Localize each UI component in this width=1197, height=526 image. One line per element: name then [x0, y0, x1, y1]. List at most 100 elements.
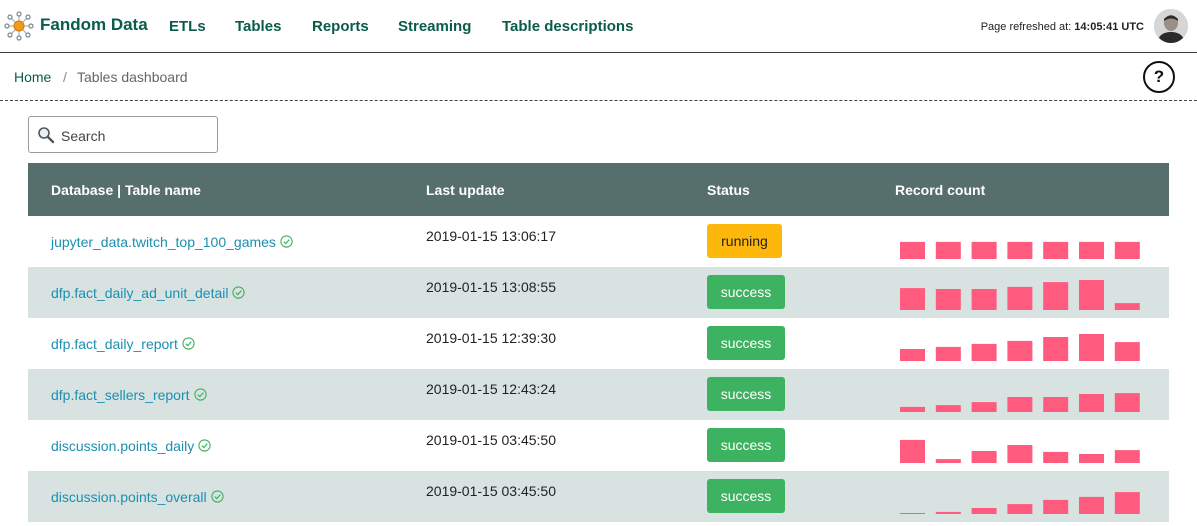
breadcrumb-current: Tables dashboard	[77, 69, 188, 85]
record-count-bar	[900, 349, 925, 361]
search-input[interactable]	[59, 123, 213, 149]
nav-table-descriptions[interactable]: Table descriptions	[502, 18, 633, 35]
record-count-bar	[900, 513, 925, 514]
table-name-text[interactable]: dfp.fact_sellers_report	[51, 387, 190, 403]
user-avatar-icon	[1154, 9, 1188, 43]
status-badge: success	[707, 428, 785, 462]
record-count-bar	[1079, 334, 1104, 361]
table-body: jupyter_data.twitch_top_100_games 2019-01…	[28, 216, 1169, 522]
check-circle-icon	[210, 490, 224, 503]
last-update-value: 2019-01-15 12:39:30	[426, 330, 556, 346]
record-count-bar	[900, 241, 925, 259]
record-count-sparkline	[900, 280, 1140, 310]
table-name-text[interactable]: jupyter_data.twitch_top_100_games	[51, 234, 276, 250]
record-count-bar	[935, 405, 961, 412]
record-count-bar	[1007, 340, 1033, 361]
nav-tables[interactable]: Tables	[235, 18, 281, 35]
nav-etls[interactable]: ETLs	[169, 18, 206, 35]
record-count-bar	[935, 346, 961, 361]
record-count-bar	[971, 508, 997, 514]
record-count-bar	[1043, 499, 1069, 514]
record-count-bar	[971, 241, 997, 259]
table-row: dfp.fact_daily_report 2019-01-15 12:39:30…	[28, 318, 1169, 369]
table-name-link[interactable]: jupyter_data.twitch_top_100_games	[51, 234, 293, 250]
record-count-bar	[971, 402, 997, 412]
record-count-bar	[1114, 393, 1140, 412]
last-update-value: 2019-01-15 03:45:50	[426, 483, 556, 499]
brand-name[interactable]: Fandom Data	[40, 15, 148, 35]
help-button[interactable]: ?	[1143, 61, 1175, 93]
record-count-bar	[971, 343, 997, 361]
last-update-value: 2019-01-15 13:06:17	[426, 228, 556, 244]
record-count-bar	[1007, 445, 1033, 463]
check-circle-icon	[198, 439, 211, 452]
record-count-bar	[1114, 241, 1140, 259]
record-count-bar	[1043, 397, 1069, 412]
record-count-bar	[935, 241, 961, 259]
table-row: discussion.points_daily 2019-01-15 03:45:…	[28, 420, 1169, 471]
column-header-record-count[interactable]: Record count	[895, 182, 985, 198]
record-count-sparkline	[900, 492, 1140, 514]
table-name-link[interactable]: dfp.fact_daily_report	[51, 336, 195, 352]
user-avatar[interactable]	[1154, 9, 1188, 43]
record-count-bar	[1114, 492, 1140, 514]
record-count-bar	[1007, 397, 1033, 412]
record-count-bar	[1007, 241, 1033, 259]
column-header-table-name[interactable]: Database | Table name	[51, 182, 201, 198]
check-circle-icon	[232, 286, 246, 299]
record-count-bar	[1043, 282, 1069, 310]
status-badge: success	[707, 377, 785, 411]
search-icon	[38, 127, 55, 144]
table-row: discussion.points_overall 2019-01-15 03:4…	[28, 471, 1169, 522]
top-navigation-bar: Fandom Data ETLs Tables Reports Streamin…	[0, 0, 1197, 53]
breadcrumb-separator: /	[63, 69, 67, 85]
page-refreshed-status: Page refreshed at: 14:05:41 UTC	[981, 21, 1144, 33]
breadcrumb-home-link[interactable]: Home	[14, 69, 51, 85]
record-count-bar	[1043, 451, 1069, 463]
last-update-value: 2019-01-15 03:45:50	[426, 432, 556, 448]
last-update-value: 2019-01-15 13:08:55	[426, 279, 556, 295]
nav-streaming[interactable]: Streaming	[398, 18, 471, 35]
table-row: dfp.fact_sellers_report 2019-01-15 12:43:…	[28, 369, 1169, 420]
table-name-text[interactable]: dfp.fact_daily_report	[51, 336, 178, 352]
nav-reports[interactable]: Reports	[312, 18, 369, 35]
last-update-value: 2019-01-15 12:43:24	[426, 381, 556, 397]
check-circle-icon	[193, 388, 207, 401]
record-count-bar	[1079, 496, 1104, 514]
status-badge: success	[707, 275, 785, 309]
column-header-status[interactable]: Status	[707, 182, 750, 198]
record-count-bar	[900, 439, 925, 463]
record-count-bar	[935, 511, 961, 514]
check-circle-icon	[280, 235, 293, 248]
record-count-bar	[971, 451, 997, 463]
search-box[interactable]	[28, 116, 218, 153]
record-count-bar	[1079, 394, 1104, 412]
record-count-bar	[1007, 504, 1033, 514]
record-count-bar	[1043, 241, 1069, 259]
table-name-link[interactable]: discussion.points_overall	[51, 489, 224, 505]
column-header-last-update[interactable]: Last update	[426, 182, 505, 198]
table-name-text[interactable]: discussion.points_daily	[51, 438, 194, 454]
refreshed-label: Page refreshed at:	[980, 21, 1072, 33]
record-count-bar	[971, 289, 997, 310]
table-name-link[interactable]: dfp.fact_daily_ad_unit_detail	[51, 285, 246, 301]
table-name-link[interactable]: dfp.fact_sellers_report	[51, 387, 207, 403]
table-header: Database | Table name Last update Status…	[28, 163, 1169, 216]
record-count-bar	[1114, 303, 1140, 310]
table-row: jupyter_data.twitch_top_100_games 2019-01…	[28, 216, 1169, 267]
record-count-bar	[1079, 241, 1104, 259]
table-row: dfp.fact_daily_ad_unit_detail 2019-01-15 …	[28, 267, 1169, 318]
record-count-sparkline	[900, 393, 1140, 412]
fandom-logo-icon[interactable]	[4, 11, 34, 41]
record-count-sparkline	[900, 241, 1140, 259]
table-name-link[interactable]: discussion.points_daily	[51, 438, 211, 454]
table-name-text[interactable]: discussion.points_overall	[51, 489, 207, 505]
status-badge: running	[707, 224, 782, 258]
record-count-bar	[1114, 450, 1140, 463]
record-count-bar	[1114, 342, 1140, 361]
record-count-bar	[1043, 337, 1069, 361]
tables-table: Database | Table name Last update Status…	[28, 163, 1169, 522]
record-count-bar	[1079, 280, 1104, 310]
status-badge: success	[707, 326, 785, 360]
table-name-text[interactable]: dfp.fact_daily_ad_unit_detail	[51, 285, 228, 301]
